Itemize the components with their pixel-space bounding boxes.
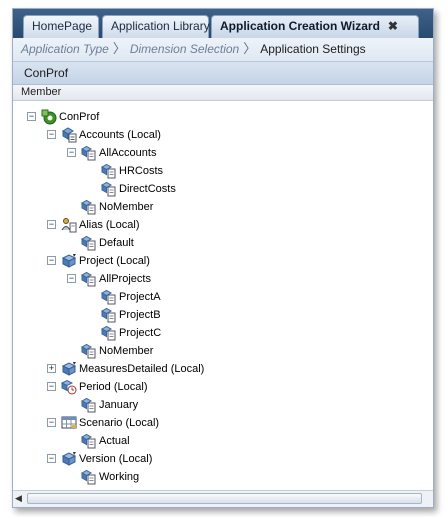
horizontal-scrollbar[interactable]: ◀ bbox=[13, 490, 433, 507]
tree-node-label[interactable]: Accounts (Local) bbox=[79, 126, 161, 144]
tab-homepage-label: HomePage bbox=[32, 19, 93, 33]
tree-row[interactable]: Working bbox=[13, 468, 433, 486]
chevron-right-icon: 〉 bbox=[243, 41, 257, 56]
member-icon bbox=[100, 325, 117, 341]
tree-row[interactable]: January bbox=[13, 396, 433, 414]
tree-row[interactable]: HRCosts bbox=[13, 162, 433, 180]
tab-application-creation-wizard[interactable]: Application Creation Wizard ✖ bbox=[211, 15, 419, 38]
tab-application-library-label: Application Library bbox=[111, 19, 210, 33]
collapse-icon[interactable]: − bbox=[47, 256, 56, 265]
tree-row[interactable]: − Accounts (Local) bbox=[13, 126, 433, 144]
collapse-icon[interactable]: − bbox=[47, 418, 56, 427]
collapse-icon[interactable]: − bbox=[67, 148, 76, 157]
tree-row[interactable]: + MeasuresDetailed (Local) bbox=[13, 360, 433, 378]
member-icon bbox=[80, 469, 97, 485]
member-icon bbox=[80, 397, 97, 413]
alias-dimension-icon bbox=[61, 217, 77, 233]
member-icon bbox=[80, 271, 97, 287]
collapse-icon[interactable]: − bbox=[47, 220, 56, 229]
column-header-member[interactable]: Member bbox=[13, 85, 433, 101]
tree-node-label[interactable]: Working bbox=[99, 468, 139, 486]
panel-title: ConProf bbox=[13, 62, 433, 85]
tree-row[interactable]: − Scenario (Local) bbox=[13, 414, 433, 432]
member-icon bbox=[80, 199, 97, 215]
member-icon bbox=[80, 235, 97, 251]
tree-node-label[interactable]: Actual bbox=[99, 432, 130, 450]
tree-node-label[interactable]: NoMember bbox=[99, 342, 153, 360]
tree-row[interactable]: − ConProf bbox=[13, 108, 433, 126]
tree-row[interactable]: NoMember bbox=[13, 342, 433, 360]
scenario-dimension-icon bbox=[61, 415, 77, 431]
tree-node-label[interactable]: HRCosts bbox=[119, 162, 163, 180]
tree-row[interactable]: NoMember bbox=[13, 198, 433, 216]
breadcrumb-step-application-type[interactable]: Application Type bbox=[21, 38, 109, 60]
member-icon bbox=[80, 343, 97, 359]
tree-node-label[interactable]: Project (Local) bbox=[79, 252, 150, 270]
collapse-icon[interactable]: − bbox=[47, 130, 56, 139]
tab-bar: HomePage Application Library Application… bbox=[13, 9, 433, 38]
tree-row[interactable]: DirectCosts bbox=[13, 180, 433, 198]
period-dimension-icon bbox=[60, 379, 77, 395]
tree-row[interactable]: Default bbox=[13, 234, 433, 252]
member-icon bbox=[100, 307, 117, 323]
tree-node-label[interactable]: ConProf bbox=[59, 108, 99, 126]
tree-row[interactable]: − AllAccounts bbox=[13, 144, 433, 162]
member-icon bbox=[100, 181, 117, 197]
member-icon bbox=[80, 433, 97, 449]
tree-node-label[interactable]: AllAccounts bbox=[99, 144, 156, 162]
tree-node-label[interactable]: NoMember bbox=[99, 198, 153, 216]
tree-row[interactable]: − Period (Local) bbox=[13, 378, 433, 396]
tree-row[interactable]: ProjectC bbox=[13, 324, 433, 342]
scrollbar-thumb[interactable] bbox=[27, 493, 422, 504]
tree-row[interactable]: − Project (Local) bbox=[13, 252, 433, 270]
close-icon[interactable]: ✖ bbox=[388, 19, 398, 33]
tree-node-label[interactable]: MeasuresDetailed (Local) bbox=[79, 360, 204, 378]
tree-row[interactable]: ProjectA bbox=[13, 288, 433, 306]
breadcrumb-step-application-settings: Application Settings bbox=[260, 42, 366, 56]
tree-row[interactable]: −Year (Local) bbox=[13, 486, 433, 489]
tab-homepage[interactable]: HomePage bbox=[23, 15, 99, 38]
tree-node-label[interactable]: Scenario (Local) bbox=[79, 414, 159, 432]
tree-row[interactable]: − Version (Local) bbox=[13, 450, 433, 468]
tree-node-label[interactable]: ProjectC bbox=[119, 324, 161, 342]
tab-application-library[interactable]: Application Library bbox=[102, 15, 210, 38]
tree-row[interactable]: − AllProjects bbox=[13, 270, 433, 288]
tree-node-label[interactable]: AllProjects bbox=[99, 270, 151, 288]
collapse-icon[interactable]: − bbox=[47, 454, 56, 463]
year-dimension-icon bbox=[61, 487, 77, 489]
member-icon bbox=[80, 145, 97, 161]
expand-icon[interactable]: + bbox=[47, 364, 56, 373]
tree-node-label[interactable]: Default bbox=[99, 234, 134, 252]
collapse-icon[interactable]: − bbox=[67, 274, 76, 283]
breadcrumb: Application Type 〉 Dimension Selection 〉 App… bbox=[13, 38, 433, 62]
tree-node-label[interactable]: Year (Local) bbox=[79, 486, 138, 489]
tree-node-label[interactable]: ProjectA bbox=[119, 288, 161, 306]
tree-node-label[interactable]: Version (Local) bbox=[79, 450, 152, 468]
tab-wizard-label: Application Creation Wizard bbox=[220, 19, 380, 33]
member-tree: − ConProf − Accounts (Local) − AllAccounts HRC… bbox=[13, 101, 433, 489]
tree-node-label[interactable]: ProjectB bbox=[119, 306, 161, 324]
wizard-window: HomePage Application Library Application… bbox=[12, 8, 434, 508]
chevron-right-icon: 〉 bbox=[112, 41, 126, 56]
member-icon bbox=[100, 289, 117, 305]
tree-node-label[interactable]: Period (Local) bbox=[79, 378, 147, 396]
collapse-icon[interactable]: − bbox=[27, 112, 36, 121]
tree-row[interactable]: Actual bbox=[13, 432, 433, 450]
tree-node-label[interactable]: January bbox=[99, 396, 138, 414]
collapse-icon[interactable]: − bbox=[47, 382, 56, 391]
accounts-dimension-icon bbox=[61, 127, 77, 143]
member-icon bbox=[100, 163, 117, 179]
tree-node-label[interactable]: DirectCosts bbox=[119, 180, 176, 198]
scroll-left-icon[interactable]: ◀ bbox=[15, 493, 25, 504]
tree-node-label[interactable]: Alias (Local) bbox=[79, 216, 140, 234]
dimension-icon bbox=[61, 451, 77, 467]
tree-row[interactable]: − Alias (Local) bbox=[13, 216, 433, 234]
tree-row[interactable]: ProjectB bbox=[13, 306, 433, 324]
application-icon bbox=[41, 109, 57, 125]
dimension-icon bbox=[61, 253, 77, 269]
dimension-icon bbox=[61, 361, 77, 377]
breadcrumb-step-dimension-selection[interactable]: Dimension Selection bbox=[130, 38, 239, 60]
